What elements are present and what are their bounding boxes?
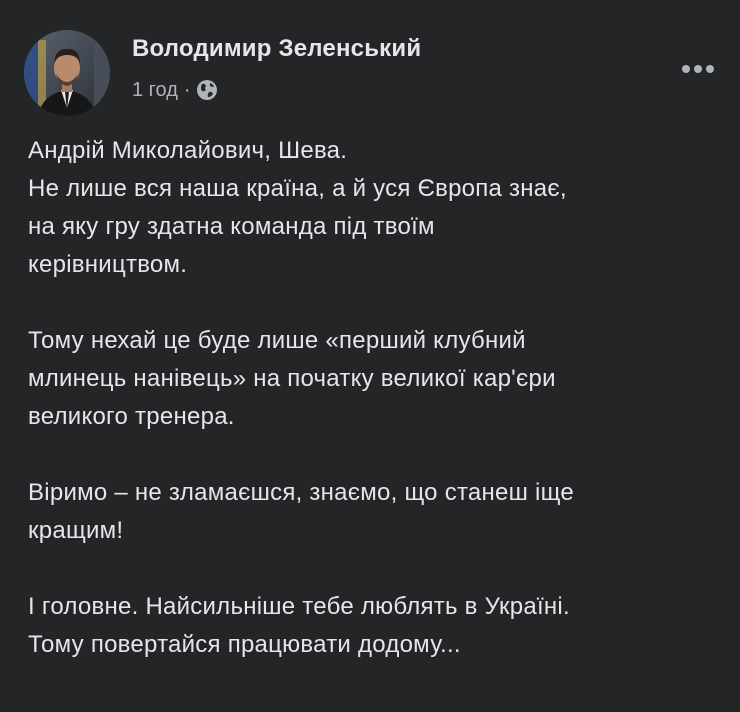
post-timestamp[interactable]: 1 год: [132, 79, 178, 102]
author-name[interactable]: Володимир Зеленський: [132, 35, 421, 63]
post-meta: 1 год ·: [132, 76, 218, 104]
post-text: Андрій Миколайович, Шева. Не лише вся на…: [28, 132, 728, 702]
avatar-photo: [24, 30, 110, 116]
post-text-line: І головне. Найсильніше тебе люблять в Ук…: [28, 593, 570, 620]
author-avatar[interactable]: [24, 30, 110, 116]
post-text-line: Віримо – не зламаєшся, знаємо, що станеш…: [28, 479, 574, 506]
post-paragraph: Андрій Миколайович, Шева. Не лише вся на…: [28, 132, 728, 284]
post-text-line: на яку гру здатна команда під твоїм: [28, 213, 435, 240]
post-text-line: керівництвом.: [28, 251, 188, 278]
post-text-line: Тому нехай це буде лише «перший клубний: [28, 327, 526, 354]
more-options-icon[interactable]: [678, 56, 718, 82]
facebook-post: Володимир Зеленський 1 год · Андрій Мико…: [0, 0, 740, 712]
post-paragraph: Тому нехай це буде лише «перший клубний …: [28, 322, 728, 436]
post-paragraph: Віримо – не зламаєшся, знаємо, що станеш…: [28, 474, 728, 550]
post-text-line: Тому повертайся працювати додому...: [28, 631, 461, 658]
post-header: Володимир Зеленський 1 год ·: [24, 30, 724, 116]
globe-icon[interactable]: [196, 79, 218, 101]
post-text-line: Андрій Миколайович, Шева.: [28, 137, 348, 164]
post-text-line: великого тренера.: [28, 403, 235, 430]
post-paragraph: І головне. Найсильніше тебе люблять в Ук…: [28, 588, 728, 664]
post-text-line: кращим!: [28, 517, 124, 544]
meta-separator: ·: [183, 78, 191, 101]
post-text-line: млинець нанівець» на початку великої кар…: [28, 365, 556, 392]
post-text-line: Не лише вся наша країна, а й уся Європа …: [28, 175, 567, 202]
